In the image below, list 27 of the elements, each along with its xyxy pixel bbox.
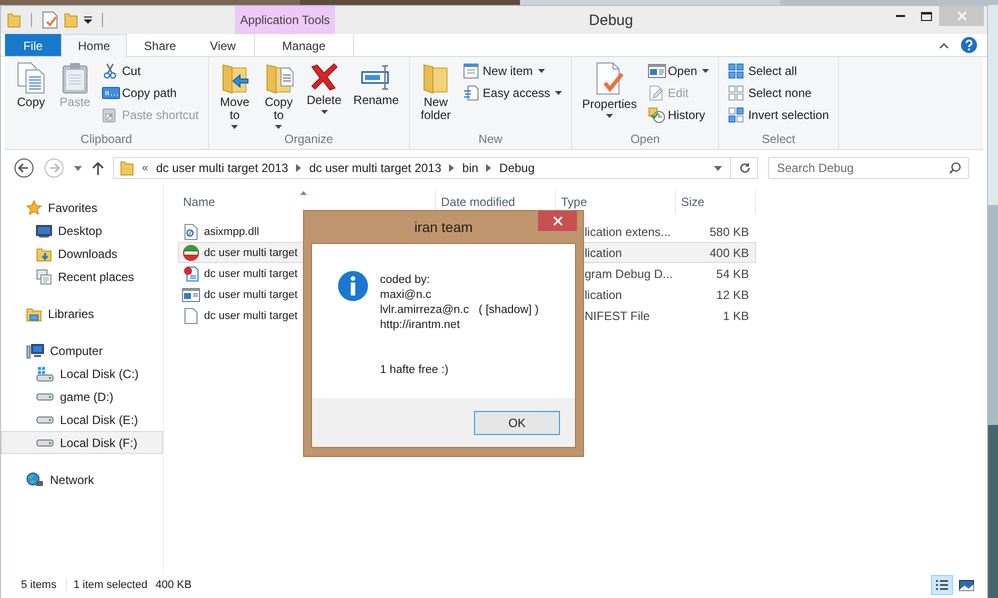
status-text: 5 items xyxy=(15,579,68,591)
file-size: 580 KB xyxy=(710,224,749,238)
file-size: 12 KB xyxy=(716,288,749,302)
file-name: dc user multi target xyxy=(204,268,298,280)
status-text: 400 KB xyxy=(154,579,193,591)
context-tab-group: Application Tools xyxy=(235,6,335,34)
file-size: 400 KB xyxy=(710,246,749,260)
group-label: Open xyxy=(629,131,661,148)
dialog-title: iran team xyxy=(414,219,473,235)
status-text: 1 item selected xyxy=(72,579,148,591)
file-name: dc user multi target xyxy=(204,246,298,258)
group-label: Clipboard xyxy=(80,131,134,148)
window-title: Debug xyxy=(588,12,634,28)
file-name: asixmpp.dll xyxy=(204,226,260,238)
file-name: dc user multi target xyxy=(204,310,298,322)
file-type: lication xyxy=(584,246,622,260)
file-size: 1 KB xyxy=(722,308,749,322)
dialog-message: coded by: maxi@n.c lvlr.amirreza@n.c ( [shadow] ) http://irantm.net 1 hafte free :) xyxy=(380,273,539,378)
file-type: lication xyxy=(584,288,622,302)
file-type: NIFEST File xyxy=(584,308,650,322)
group-label: Select xyxy=(760,131,796,148)
group-label: New xyxy=(477,131,504,148)
file-name: dc user multi target xyxy=(204,288,298,300)
file-type: lication extens... xyxy=(584,224,671,238)
file-type: gram Debug D... xyxy=(584,266,673,280)
group-label: Organize xyxy=(283,131,334,148)
file-size: 54 KB xyxy=(716,266,749,280)
